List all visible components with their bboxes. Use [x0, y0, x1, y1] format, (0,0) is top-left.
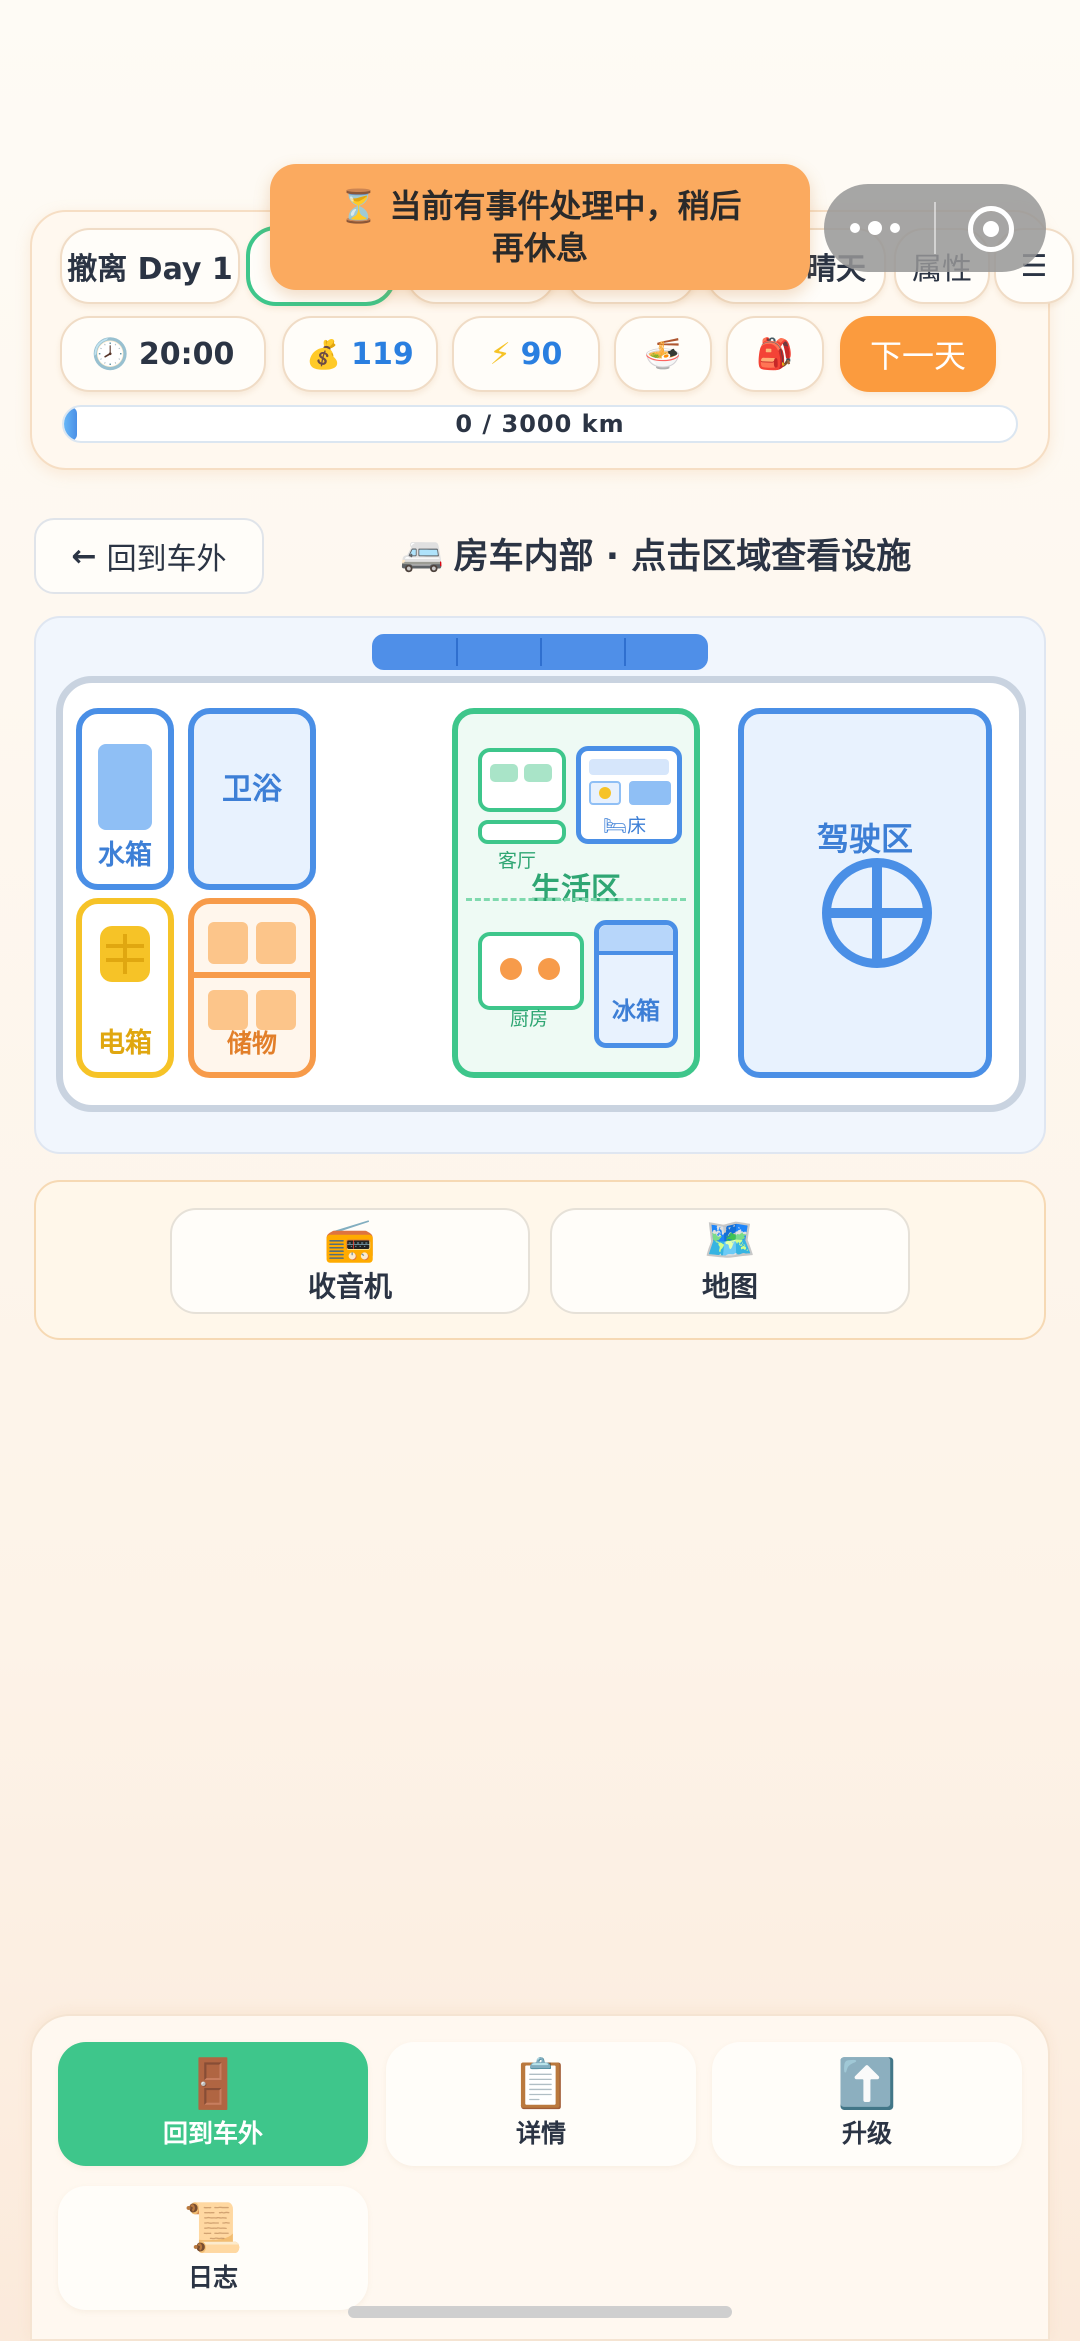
power-box-zone[interactable]: 电箱 — [76, 898, 174, 1078]
battery-icon — [100, 926, 150, 982]
next-day-button[interactable]: 下一天 — [840, 316, 996, 392]
storage-bin — [256, 922, 296, 964]
energy-display[interactable]: ⚡ 90 — [452, 316, 600, 392]
clipboard-icon: 📋 — [511, 2056, 571, 2112]
driving-area-label: 驾驶区 — [816, 820, 913, 858]
backpack-button[interactable]: 🎒 — [726, 316, 824, 392]
lightning-icon: ⚡ — [489, 336, 511, 372]
storage-bin — [208, 922, 248, 964]
time-value: 20:00 — [138, 336, 235, 372]
storage-label: 储物 — [226, 1029, 277, 1058]
money-bag-icon: 💰 — [306, 337, 342, 371]
water-tank-label: 水箱 — [98, 840, 152, 871]
nav-back-outside[interactable]: 🚪 回到车外 — [58, 2042, 368, 2166]
bed-label: 床 — [627, 815, 647, 837]
clock-icon: 🕗 — [91, 336, 129, 372]
kitchen-label: 厨房 — [510, 1008, 549, 1030]
day-badge[interactable]: 撤离 Day 1 — [60, 228, 240, 304]
close-target-icon[interactable] — [968, 206, 1014, 252]
more-dots-icon[interactable] — [850, 220, 900, 236]
money-display[interactable]: 💰 119 — [282, 316, 438, 392]
nav-log[interactable]: 📜 日志 — [58, 2186, 368, 2310]
van-icon: 🚐 — [400, 534, 444, 574]
home-indicator — [348, 2306, 732, 2318]
bed-zone[interactable]: 🛏床 — [576, 746, 682, 844]
arrow-up-icon: ⬆️ — [837, 2056, 897, 2112]
day-label: 撤离 Day 1 — [67, 252, 233, 287]
next-day-label: 下一天 — [869, 337, 966, 375]
map-icon: 🗺️ — [703, 1215, 757, 1264]
nav-back-outside-label: 回到车外 — [162, 2119, 263, 2148]
fridge-freezer — [599, 925, 673, 955]
capsule-divider — [934, 202, 936, 254]
pillow-icon — [589, 781, 621, 805]
money-value: 119 — [351, 336, 414, 372]
living-area-label: 生活区 — [531, 872, 621, 907]
driving-area-zone[interactable]: 驾驶区 — [738, 708, 992, 1078]
door-icon: 🚪 — [183, 2056, 243, 2112]
arrow-left-icon: ← — [71, 538, 97, 574]
roof-rack-seg — [456, 638, 458, 666]
water-tank-icon — [98, 744, 152, 830]
hourglass-icon: ⏳ — [338, 187, 379, 225]
page-title-text: 房车内部 · 点击区域查看设施 — [453, 537, 912, 577]
page-title: 🚐 房车内部 · 点击区域查看设施 — [400, 528, 911, 579]
event-toast: ⏳ 当前有事件处理中，稍后 再休息 — [270, 164, 810, 290]
sofa-icon — [478, 748, 566, 812]
mini-program-capsule — [824, 184, 1046, 272]
food-button[interactable]: 🍜 — [614, 316, 712, 392]
scroll-icon: 📜 — [183, 2200, 243, 2256]
nav-upgrade-label: 升级 — [841, 2119, 892, 2148]
nav-log-label: 日志 — [187, 2263, 238, 2292]
progress-text: 0 / 3000 km — [455, 410, 625, 438]
radio-icon: 📻 — [323, 1215, 377, 1264]
steering-wheel-icon — [822, 858, 932, 968]
energy-value: 90 — [520, 336, 563, 372]
roof-rack-seg — [540, 638, 542, 666]
back-outside-label: 回到车外 — [106, 542, 227, 577]
back-outside-button[interactable]: ← 回到车外 — [34, 518, 264, 594]
toast-line-2: 再休息 — [491, 229, 588, 267]
nav-details-label: 详情 — [515, 2119, 566, 2148]
toast-line-1: 当前有事件处理中，稍后 — [389, 187, 742, 225]
time-display: 🕗 20:00 — [60, 316, 266, 392]
nav-details[interactable]: 📋 详情 — [386, 2042, 696, 2166]
radio-label: 收音机 — [307, 1270, 392, 1303]
kitchen-stove-icon — [478, 932, 584, 1010]
map-button[interactable]: 🗺️ 地图 — [550, 1208, 910, 1314]
table-icon — [478, 820, 566, 844]
area-divider — [466, 898, 686, 901]
radio-button[interactable]: 📻 收音机 — [170, 1208, 530, 1314]
roof-rack-seg — [624, 638, 626, 666]
map-label: 地图 — [701, 1270, 758, 1303]
backpack-icon: 🎒 — [756, 336, 794, 372]
noodle-bowl-icon: 🍜 — [644, 336, 682, 372]
storage-shelf — [194, 972, 310, 978]
water-tank-zone[interactable]: 水箱 — [76, 708, 174, 890]
bathroom-zone[interactable]: 卫浴 — [188, 708, 316, 890]
storage-zone[interactable]: 储物 — [188, 898, 316, 1078]
fridge-label: 冰箱 — [612, 997, 660, 1025]
fridge-zone[interactable]: 冰箱 — [594, 920, 678, 1048]
bathroom-label: 卫浴 — [222, 772, 282, 807]
nav-upgrade[interactable]: ⬆️ 升级 — [712, 2042, 1022, 2166]
distance-progress-bar: 0 / 3000 km — [62, 405, 1018, 443]
roof-rack — [372, 634, 708, 670]
bed-icon: 🛏 — [603, 815, 628, 837]
living-area-zone[interactable]: 客厅 🛏床 生活区 厨房 冰箱 — [452, 708, 700, 1078]
power-box-label: 电箱 — [98, 1028, 152, 1059]
